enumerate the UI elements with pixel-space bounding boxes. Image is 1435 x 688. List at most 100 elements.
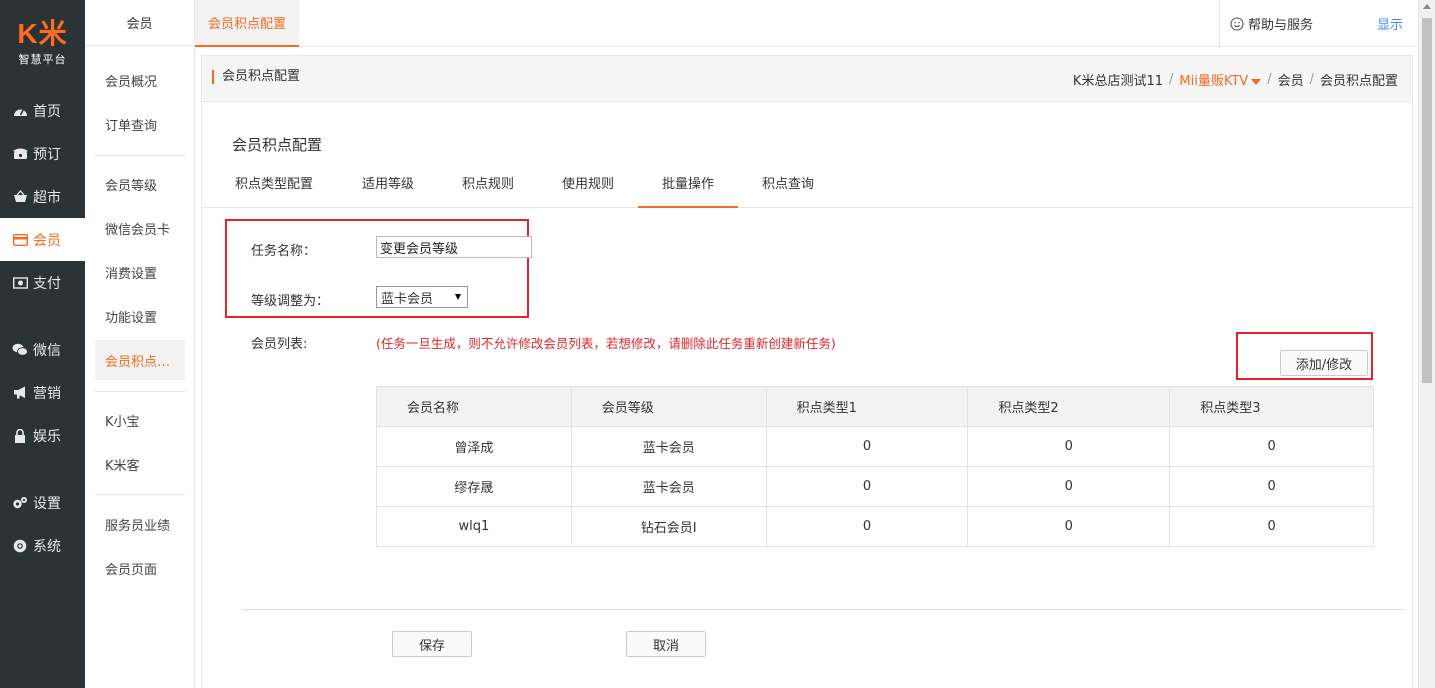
table-cell: 0 [967,466,1171,507]
nav-item-home[interactable]: 首页 [0,89,85,132]
page-title: 会员积点配置 [212,70,300,84]
nav-label: 娱乐 [33,428,61,445]
tab-batch-operation[interactable]: 批量操作 [638,168,738,208]
add-modify-button[interactable]: 添加/修改 [1280,350,1368,376]
nav-label: 会员 [33,232,61,249]
table-cell: 0 [967,506,1171,547]
column-header: 会员等级 [570,386,767,427]
secondary-sidebar: 会员 会员概况 订单查询 会员等级 微信会员卡 消费设置 功能设置 会员积点… … [85,0,195,688]
tab-points-type-config[interactable]: 积点类型配置 [232,168,316,208]
table-cell: 0 [1169,506,1374,547]
nav-item-pay[interactable]: 支付 [0,261,85,304]
table-cell: 蓝卡会员 [570,466,767,507]
subnav-header[interactable]: 会员 [85,0,194,46]
table-cell: 0 [967,426,1171,467]
divider [95,494,185,495]
breadcrumb-member[interactable]: 会员 [1278,70,1304,89]
table-cell: wlq1 [376,506,572,547]
subnav-item-overview[interactable]: 会员概况 [95,60,185,100]
dropdown-arrow-icon [455,294,461,300]
tab-bar: 积点类型配置 适用等级 积点规则 使用规则 批量操作 积点查询 [202,168,1414,208]
divider [95,391,185,392]
basket-icon [12,189,28,205]
task-name-label: 任务名称： [251,244,317,259]
logo[interactable]: K米 智慧平台 [0,0,85,86]
nav-item-marketing[interactable]: 营销 [0,371,85,414]
nav-item-member[interactable]: 会员 [0,218,85,261]
tab-points-rules[interactable]: 积点规则 [458,168,518,208]
subnav-item-staff-performance[interactable]: 服务员业绩 [95,504,185,544]
store-selector[interactable]: Mii量贩KTV [1179,70,1262,89]
subnav-item-consume-settings[interactable]: 消费设置 [95,252,185,292]
table-cell: 0 [765,426,969,467]
member-list-label: 会员列表: [251,337,308,352]
caret-down-icon [1251,78,1262,85]
tab-points-query[interactable]: 积点查询 [758,168,818,208]
breadcrumb-separator: / [1309,72,1314,87]
subnav-item-function-settings[interactable]: 功能设置 [95,296,185,336]
help-label: 帮助与服务 [1248,18,1314,33]
nav-label: 首页 [33,103,61,120]
wechat-icon [12,342,28,358]
breadcrumb-separator: / [1169,72,1174,87]
subnav-item-member-page[interactable]: 会员页面 [95,548,185,588]
logo-subtitle: 智慧平台 [18,53,67,66]
nav-item-system[interactable]: 系统 [0,524,85,567]
table-row: 缪存晟 蓝卡会员 0 0 0 [376,466,1374,507]
top-bar: 会员积点配置 帮助与服务 显示 [195,0,1418,47]
nav-label: 系统 [33,538,61,555]
column-header: 积点类型1 [765,386,969,427]
lock-icon [12,428,28,444]
level-select-value: 蓝卡会员 [381,291,434,307]
nav-label: 超市 [33,189,61,206]
nav-label: 营销 [33,385,61,402]
main-content: 会员积点配置 积点类型配置 适用等级 积点规则 使用规则 批量操作 积点查询 任… [201,102,1414,688]
subnav-item-points-config[interactable]: 会员积点… [95,340,185,380]
store-name: Mii量贩KTV [1179,74,1249,89]
nav-item-booking[interactable]: 预订 [0,132,85,175]
dashboard-icon [12,103,28,119]
member-table: 会员名称 会员等级 积点类型1 积点类型2 积点类型3 曾泽成 蓝卡会员 0 0… [376,386,1374,547]
column-header: 积点类型2 [967,386,1171,427]
nav-item-settings[interactable]: 设置 [0,481,85,524]
megaphone-icon [12,385,28,401]
nav-label: 支付 [33,275,61,292]
help-service-link[interactable]: 帮助与服务 [1219,0,1369,47]
nav-item-entertainment[interactable]: 娱乐 [0,414,85,457]
tab-applicable-levels[interactable]: 适用等级 [358,168,418,208]
table-cell: 0 [1169,426,1374,467]
task-name-input[interactable] [376,236,532,258]
subnav-item-orders[interactable]: 订单查询 [95,104,185,144]
main-sidebar: K米 智慧平台 首页 预订 超市 会员 支付 微信 营销 娱乐 设置 系统 [0,0,85,688]
save-button[interactable]: 保存 [392,631,472,657]
table-cell: 曾泽成 [376,426,572,467]
show-link[interactable]: 显示 [1377,14,1403,33]
column-header: 会员名称 [376,386,572,427]
subnav-item-levels[interactable]: 会员等级 [95,164,185,204]
smile-icon [1230,16,1244,31]
money-icon [12,275,28,291]
phone-icon [12,146,28,162]
table-cell: 钻石会员I [570,506,767,547]
level-select[interactable]: 蓝卡会员 [376,286,468,308]
tab-points-config[interactable]: 会员积点配置 [195,0,299,47]
cancel-button[interactable]: 取消 [626,631,706,657]
table-cell: 蓝卡会员 [570,426,767,467]
breadcrumb-store-group[interactable]: K米总店测试11 [1073,70,1163,89]
breadcrumb-bar: 会员积点配置 K米总店测试11 / Mii量贩KTV / 会员 / 会员积点配置 [201,55,1413,102]
scroll-thumb[interactable] [1422,18,1432,383]
scroll-up-arrow-icon[interactable] [1423,4,1431,9]
breadcrumb: K米总店测试11 / Mii量贩KTV / 会员 / 会员积点配置 [1073,70,1398,89]
tab-usage-rules[interactable]: 使用规则 [558,168,618,208]
nav-item-wechat[interactable]: 微信 [0,328,85,371]
nav-item-market[interactable]: 超市 [0,175,85,218]
gears-icon [12,495,28,511]
subnav-item-kxiaobao[interactable]: K小宝 [95,400,185,440]
breadcrumb-current: 会员积点配置 [1319,74,1398,89]
subnav-item-wechat-card[interactable]: 微信会员卡 [95,208,185,248]
page-scrollbar[interactable] [1418,0,1435,688]
table-row: 曾泽成 蓝卡会员 0 0 0 [376,426,1374,467]
subnav-item-kmike[interactable]: K米客 [95,444,185,484]
footer-divider [242,609,1404,610]
table-cell: 0 [765,506,969,547]
